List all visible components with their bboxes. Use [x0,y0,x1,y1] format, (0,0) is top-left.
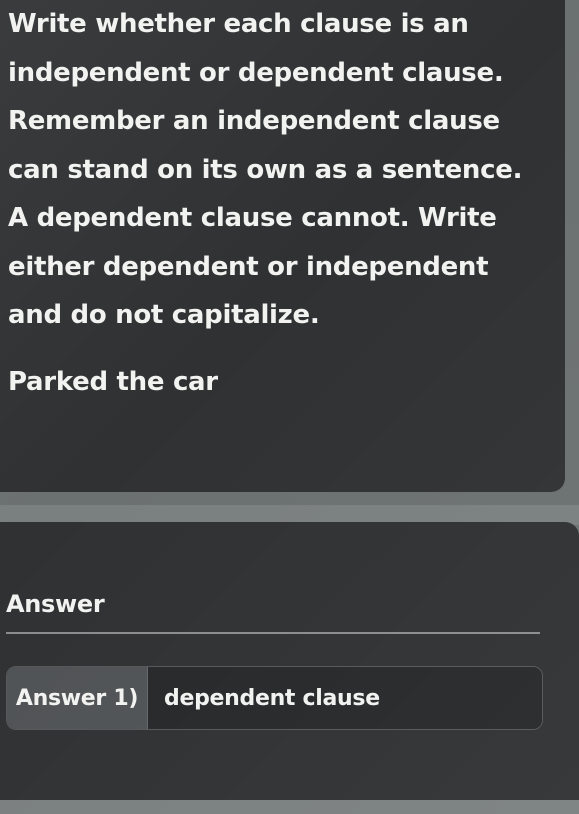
answer-card: Answer Answer 1) dependent clause [0,522,579,800]
question-prompt: Parked the car [8,367,218,397]
instruction-line: A dependent clause cannot. Write [8,203,497,233]
answer-label: Answer 1) [7,667,148,729]
answer-divider [6,632,540,634]
bottom-strip [0,800,579,814]
instruction-line: Remember an independent clause [8,106,500,136]
answer-heading: Answer [6,590,105,618]
instruction-line: either dependent or independent [8,251,489,282]
answer-row: Answer 1) dependent clause [6,666,543,730]
instruction-line: can stand on its own as a sentence. [8,154,523,185]
answer-input-field[interactable]: dependent clause [148,667,542,729]
instruction-line: Write whether each clause is an [8,9,469,39]
instruction-line: and do not capitalize. [8,300,320,330]
question-instructions: Write whether each clause is an independ… [8,0,538,340]
question-card: Write whether each clause is an independ… [0,0,565,492]
instruction-line: independent or dependent clause. [8,57,504,88]
